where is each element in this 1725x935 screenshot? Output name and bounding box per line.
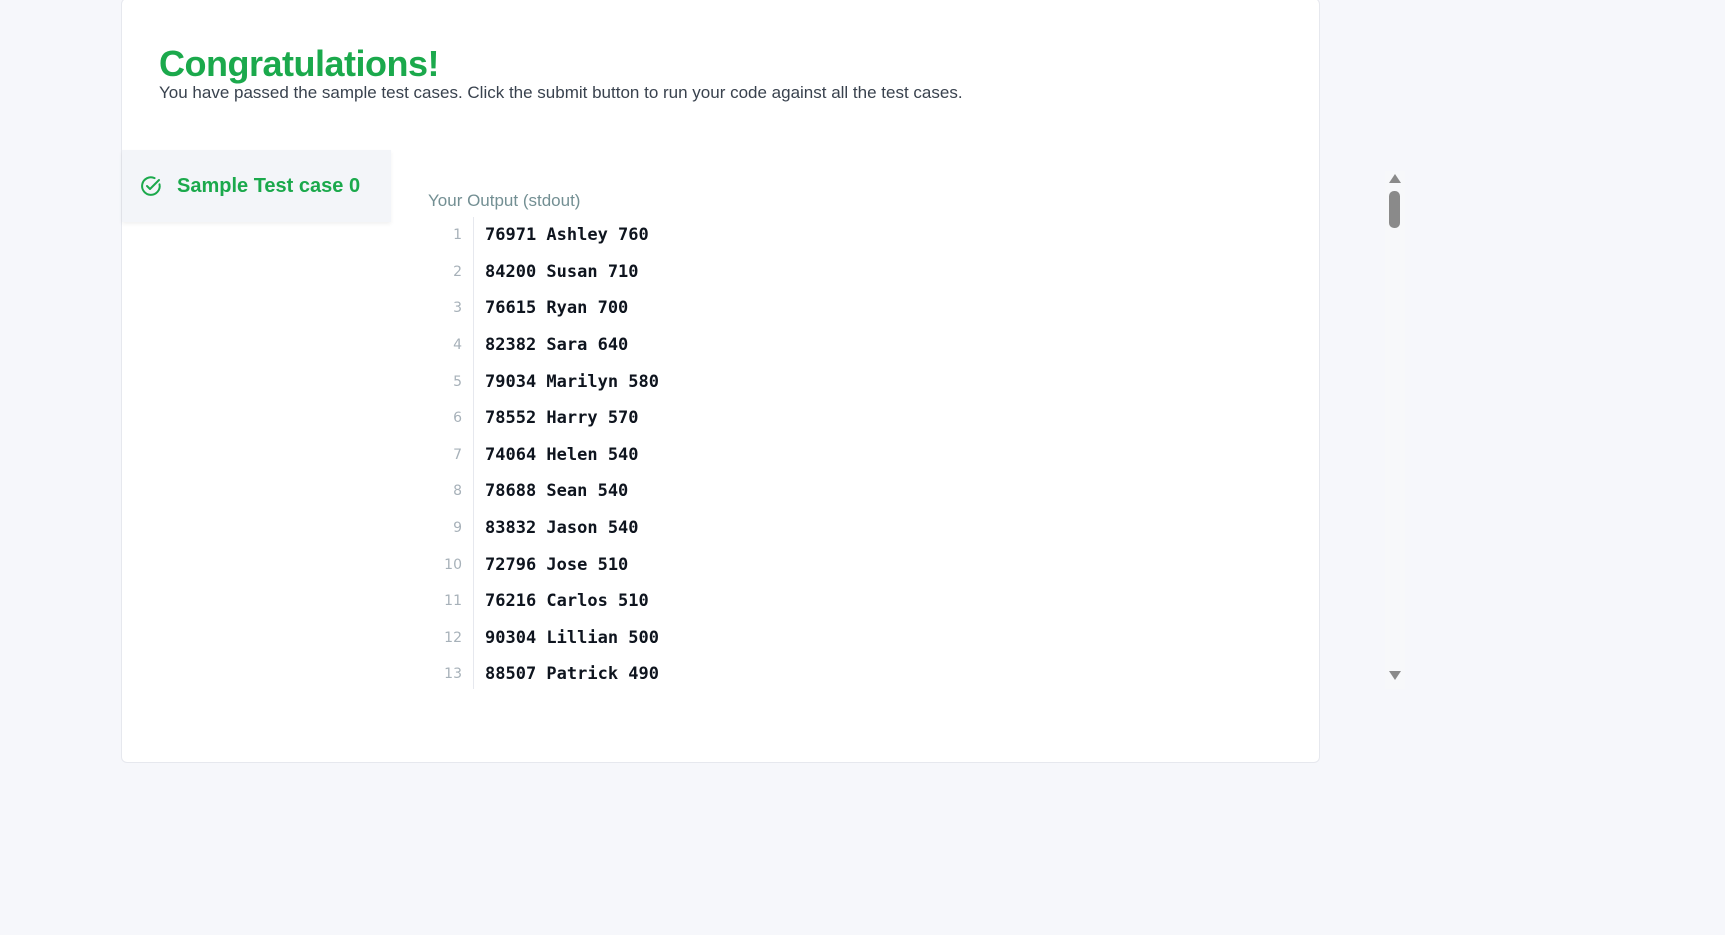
result-title: Congratulations! [159, 43, 439, 84]
line-number: 8 [453, 483, 462, 500]
line-text: 78688 Sean 540 [485, 481, 629, 502]
code-line: 12 90304 Lillian 500 [426, 620, 1276, 657]
code-line: 9 83832 Jason 540 [426, 510, 1276, 547]
line-text: 79034 Marilyn 580 [485, 371, 659, 392]
code-line: 1 76971 Ashley 760 [426, 217, 1276, 254]
code-line: 7 74064 Helen 540 [426, 437, 1276, 474]
line-text: 84200 Susan 710 [485, 261, 639, 282]
line-number: 13 [444, 666, 462, 683]
line-text: 88507 Patrick 490 [485, 664, 659, 685]
code-line: 2 84200 Susan 710 [426, 254, 1276, 291]
line-text: 83832 Jason 540 [485, 518, 639, 539]
output-code: 1 76971 Ashley 760 2 84200 Susan 710 3 7… [426, 217, 1276, 689]
line-number: 1 [453, 227, 462, 244]
result-message: You have passed the sample test cases. C… [159, 83, 963, 102]
code-line: 6 78552 Harry 570 [426, 400, 1276, 437]
code-line: 8 78688 Sean 540 [426, 473, 1276, 510]
line-text: 72796 Jose 510 [485, 554, 629, 575]
code-line: 3 76615 Ryan 700 [426, 290, 1276, 327]
output-scrollbar[interactable] [1385, 171, 1405, 689]
line-number: 9 [453, 520, 462, 537]
line-text: 76216 Carlos 510 [485, 591, 649, 612]
line-number: 12 [444, 629, 462, 646]
line-number: 5 [453, 373, 462, 390]
check-circle-icon [141, 176, 161, 196]
line-number: 11 [444, 593, 462, 610]
scroll-thumb[interactable] [1389, 191, 1400, 228]
line-number: 6 [453, 410, 462, 427]
test-case-tabs: Sample Test case 0 [122, 150, 391, 222]
line-number: 7 [453, 446, 462, 463]
output-panel: Your Output (stdout) 1 76971 Ashley 760 … [426, 171, 1284, 689]
line-number: 4 [453, 337, 462, 354]
line-text: 82382 Sara 640 [485, 335, 629, 356]
code-line: 10 72796 Jose 510 [426, 546, 1276, 583]
line-number: 2 [453, 263, 462, 280]
gutter-divider [473, 217, 474, 689]
tab-label: Sample Test case 0 [177, 174, 361, 197]
line-text: 78552 Harry 570 [485, 408, 639, 429]
line-number: 3 [453, 300, 462, 317]
code-line: 4 82382 Sara 640 [426, 327, 1276, 364]
code-line: 5 79034 Marilyn 580 [426, 363, 1276, 400]
line-text: 90304 Lillian 500 [485, 627, 659, 648]
code-line: 13 88507 Patrick 490 [426, 656, 1276, 689]
code-line: 11 76216 Carlos 510 [426, 583, 1276, 620]
line-number: 10 [444, 556, 462, 573]
result-card: Congratulations! You have passed the sam… [121, 0, 1405, 763]
line-text: 74064 Helen 540 [485, 444, 639, 465]
line-text: 76615 Ryan 700 [485, 298, 629, 319]
line-text: 76971 Ashley 760 [485, 225, 649, 246]
output-label: Your Output (stdout) [428, 191, 581, 210]
scroll-down-arrow-icon[interactable] [1389, 671, 1401, 680]
scroll-up-arrow-icon[interactable] [1389, 174, 1401, 183]
tab-sample-test-case-0[interactable]: Sample Test case 0 [122, 150, 391, 222]
